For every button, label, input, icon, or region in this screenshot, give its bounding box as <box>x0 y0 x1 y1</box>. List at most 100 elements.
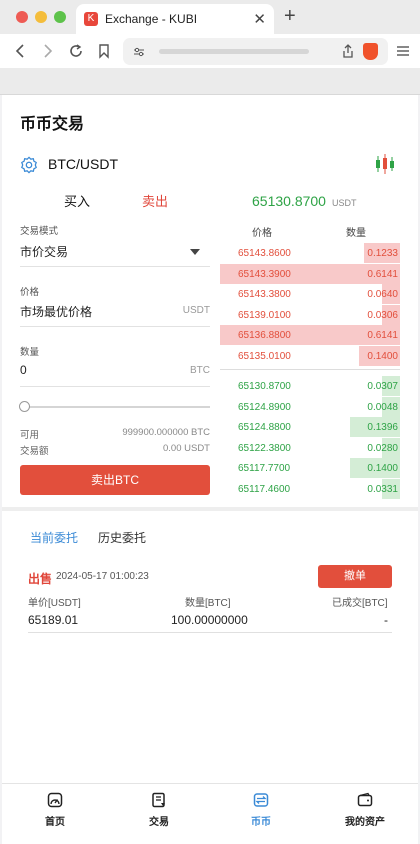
orderbook-price: 65124.8800 <box>238 422 291 433</box>
slider-track <box>24 406 210 408</box>
chevron-down-icon <box>190 249 200 255</box>
last-price: 65130.8700 USDT <box>252 193 356 209</box>
trade-icon <box>152 792 165 808</box>
ask-row[interactable]: 65139.0100 0.0306 <box>220 304 400 326</box>
menu-icon[interactable] <box>396 45 410 57</box>
orderbook-qty: 0.0280 <box>367 442 398 454</box>
maximize-window-button[interactable] <box>54 11 66 23</box>
page-title: 币币交易 <box>20 116 85 133</box>
orderbook-qty: 0.1400 <box>367 350 398 362</box>
home-icon <box>47 792 63 808</box>
tab-close-icon[interactable]: ✕ <box>253 10 266 28</box>
cancel-order-button[interactable]: 撤单 <box>318 565 392 588</box>
nav-trade-label: 交易 <box>149 817 169 828</box>
orderbook-price: 65122.3800 <box>238 442 291 454</box>
bid-row[interactable]: 65117.7700 0.1400 <box>220 458 400 479</box>
orderbook-qty-header: 数量 <box>346 228 366 239</box>
candlestick-chart-icon[interactable] <box>374 153 396 175</box>
share-icon[interactable] <box>342 44 354 58</box>
nav-home-label: 首页 <box>45 817 65 828</box>
gear-icon[interactable] <box>20 156 38 174</box>
site-favicon-icon: K <box>84 12 98 26</box>
volume-label: 交易额 <box>20 446 49 457</box>
ask-row[interactable]: 65143.8600 0.1233 <box>220 243 400 264</box>
price-unit: USDT <box>182 305 210 316</box>
price-value: 市场最优价格 <box>20 305 93 319</box>
orderbook-qty: 0.0306 <box>367 309 398 321</box>
nav-assets-label: 我的资产 <box>345 817 385 828</box>
bid-row[interactable]: 65124.8800 0.1396 <box>220 417 400 438</box>
order-qty: 100.00000000 <box>171 613 248 627</box>
order-unit-price: 65189.01 <box>28 613 79 627</box>
browser-tab[interactable]: K Exchange - KUBI ✕ <box>76 4 274 34</box>
orderbook-qty: 0.0640 <box>367 289 398 300</box>
tab-title: Exchange - KUBI <box>105 12 198 26</box>
mode-label: 交易模式 <box>20 226 59 237</box>
orderbook-qty: 0.1396 <box>367 422 398 433</box>
quantity-value: 0 <box>20 363 27 377</box>
bid-row[interactable]: 65122.3800 0.0280 <box>220 437 400 459</box>
nav-spot[interactable]: 币币 <box>226 792 296 828</box>
exchange-icon <box>253 793 269 807</box>
slider-handle[interactable] <box>19 401 30 412</box>
forward-icon[interactable] <box>40 43 56 59</box>
address-bar[interactable] <box>123 38 388 65</box>
tab-buy[interactable]: 买入 <box>64 191 90 210</box>
orderbook-price: 65135.0100 <box>238 350 291 362</box>
order-date: 2024-05-17 01:00:23 <box>56 571 149 582</box>
bookmark-icon[interactable] <box>97 43 111 59</box>
bid-row[interactable]: 65124.8900 0.0048 <box>220 396 400 418</box>
sell-btc-button[interactable]: 卖出BTC <box>20 465 210 495</box>
order-side: 出售 <box>28 572 53 586</box>
nav-trade[interactable]: 交易 <box>124 792 194 828</box>
pair-header: BTC/USDT <box>2 153 418 177</box>
back-icon[interactable] <box>12 43 28 59</box>
tab-sell[interactable]: 卖出 <box>142 191 168 210</box>
site-settings-icon[interactable] <box>133 46 145 58</box>
bid-row[interactable]: 65130.8700 0.0307 <box>220 376 400 397</box>
order-filled: - <box>384 613 388 627</box>
orderbook-price: 65143.3800 <box>238 289 291 300</box>
section-divider <box>2 507 418 511</box>
orderbook-price: 65136.8800 <box>238 330 291 341</box>
price-field[interactable]: 市场最优价格 USDT <box>20 299 210 327</box>
tab-order-history[interactable]: 历史委托 <box>98 529 146 546</box>
ask-row[interactable]: 65143.3900 0.6141 <box>220 263 400 285</box>
quantity-label: 数量 <box>20 347 40 358</box>
minimize-window-button[interactable] <box>35 11 47 23</box>
nav-home[interactable]: 首页 <box>20 792 90 828</box>
exchange-app: 币币交易 BTC/USDT 买入 卖出 交易模式 市价交易 价格 市场最优价格 … <box>2 95 418 844</box>
trading-pair[interactable]: BTC/USDT <box>48 156 118 172</box>
new-tab-button[interactable]: + <box>284 5 296 28</box>
nav-assets[interactable]: 我的资产 <box>330 792 400 828</box>
orderbook-price: 65124.8900 <box>238 401 291 413</box>
brave-shields-icon[interactable] <box>363 43 378 60</box>
available-label: 可用 <box>20 430 40 441</box>
order-row-divider <box>28 632 392 633</box>
orderbook-price: 65117.7700 <box>238 463 291 474</box>
tab-bar: K Exchange - KUBI ✕ + <box>0 0 420 34</box>
orderbook-price: 65143.8600 <box>238 248 291 259</box>
orderbook-qty: 0.6141 <box>367 330 398 341</box>
available-value: 999900.000000 BTC <box>122 427 210 438</box>
last-price-value: 65130.8700 <box>252 193 326 209</box>
quantity-input[interactable]: 0 BTC <box>20 359 210 387</box>
quantity-slider[interactable] <box>19 401 210 412</box>
mode-select[interactable]: 市价交易 <box>20 239 210 267</box>
reload-icon[interactable] <box>68 43 84 59</box>
bid-row[interactable]: 65117.4600 0.0331 <box>220 478 400 500</box>
ask-row[interactable]: 65143.3800 0.0640 <box>220 284 400 305</box>
browser-chrome: K Exchange - KUBI ✕ + <box>0 0 420 95</box>
tab-current-orders[interactable]: 当前委托 <box>30 529 78 546</box>
ask-list: 65143.8600 0.1233 65143.3900 0.6141 65143.38… <box>220 243 400 366</box>
volume-row: 交易额 0.00 USDT <box>20 443 210 457</box>
orderbook-price: 65139.0100 <box>238 309 291 321</box>
close-window-button[interactable] <box>16 11 28 23</box>
volume-value: 0.00 USDT <box>163 443 210 454</box>
order-qty-header: 数量[BTC] <box>185 598 231 609</box>
orderbook-qty: 0.0307 <box>367 381 398 392</box>
ask-row[interactable]: 65136.8800 0.6141 <box>220 325 400 346</box>
nav-spot-label: 币币 <box>251 817 271 828</box>
orderbook-qty: 0.0048 <box>367 401 398 413</box>
ask-row[interactable]: 65135.0100 0.1400 <box>220 345 400 367</box>
